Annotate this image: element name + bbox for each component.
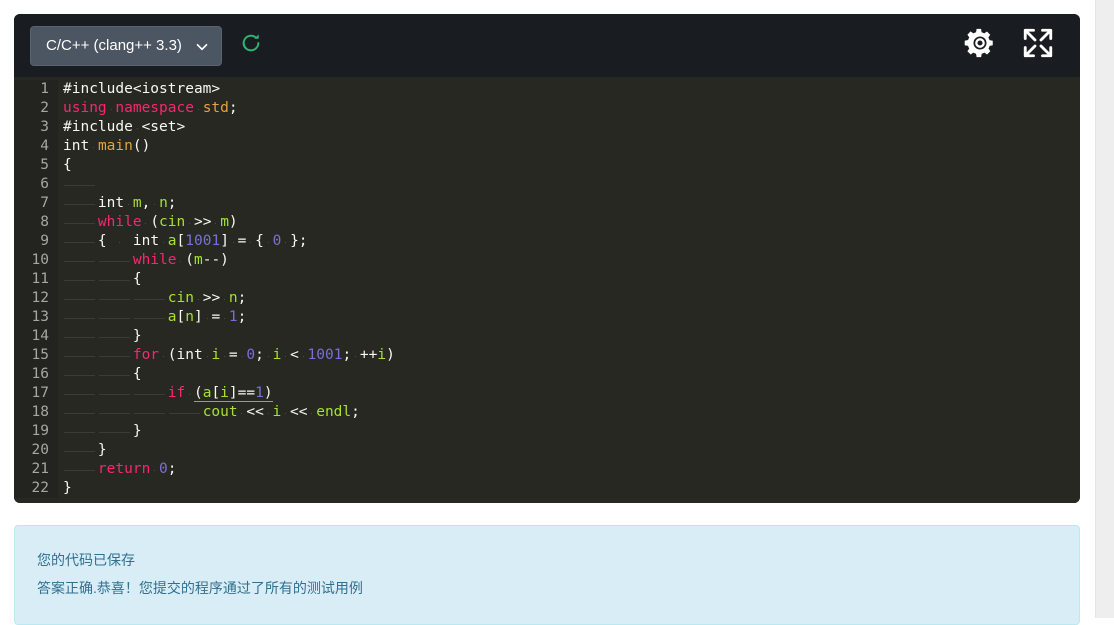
code-line: 1 #include<iostream> <box>14 80 1080 99</box>
code-line: 6 <box>14 175 1080 194</box>
line-number: 1 <box>14 80 58 99</box>
code-line: 13 a[n] = 1; <box>14 308 1080 327</box>
line-number: 14 <box>14 327 58 346</box>
code-line: 15 for (int i = 0; i < 1001; ++i) <box>14 346 1080 365</box>
line-content <box>58 175 98 194</box>
gear-icon <box>963 26 997 65</box>
line-number: 9 <box>14 232 58 251</box>
code-line: 11 { <box>14 270 1080 289</box>
fullscreen-button[interactable] <box>1018 26 1058 66</box>
line-number: 13 <box>14 308 58 327</box>
line-number: 5 <box>14 156 58 175</box>
line-content: #include <set> <box>63 119 186 135</box>
line-number: 17 <box>14 384 58 403</box>
code-editor-panel: C/C++ (clang++ 3.3) 1 #include<iostream>… <box>14 14 1080 503</box>
line-content: } <box>63 480 72 496</box>
code-line: 17 if (a[i]==1) <box>14 384 1080 403</box>
line-number: 2 <box>14 99 58 118</box>
line-content: { <box>58 270 142 289</box>
line-content: #include<iostream> <box>63 81 221 97</box>
code-line: 12 cin >> n; <box>14 289 1080 308</box>
line-number: 18 <box>14 403 58 422</box>
line-content: a[n] = 1; <box>58 308 246 327</box>
settings-button[interactable] <box>960 26 1000 66</box>
alert-saved-message: 您的代码已保存 <box>37 552 135 568</box>
code-text-area[interactable]: 1 #include<iostream> 2 using namespace std;… <box>14 77 1080 503</box>
line-number: 19 <box>14 422 58 441</box>
reset-code-button[interactable] <box>236 31 266 61</box>
line-content: while (m--) <box>58 251 229 270</box>
line-number: 22 <box>14 479 58 498</box>
code-line: 19 } <box>14 422 1080 441</box>
line-number: 15 <box>14 346 58 365</box>
line-content: int m, n; <box>58 194 177 213</box>
code-line: 18 cout << i << endl; <box>14 403 1080 422</box>
toolbar-actions <box>960 26 1080 66</box>
line-number: 4 <box>14 137 58 156</box>
expand-arrows-icon <box>1020 25 1056 66</box>
submission-result-alert: 您的代码已保存 答案正确.恭喜！您提交的程序通过了所有的测试用例 <box>14 525 1080 625</box>
line-number: 8 <box>14 213 58 232</box>
line-content: cin >> n; <box>58 289 246 308</box>
line-content: } <box>58 327 142 346</box>
code-line: 20 } <box>14 441 1080 460</box>
language-select-label: C/C++ (clang++ 3.3) <box>46 37 182 54</box>
line-number: 20 <box>14 441 58 460</box>
code-lines-container: 1 #include<iostream> 2 using namespace std;… <box>14 77 1080 503</box>
line-content: } <box>58 422 142 441</box>
line-number: 10 <box>14 251 58 270</box>
line-content: using namespace std; <box>63 100 238 116</box>
refresh-icon <box>240 32 262 59</box>
code-line: 2 using namespace std; <box>14 99 1080 118</box>
line-content: } <box>58 441 107 460</box>
page-scrollbar[interactable] <box>1095 0 1114 618</box>
line-content: { int a[1001] = { 0 }; <box>58 232 308 251</box>
code-line: 10 while (m--) <box>14 251 1080 270</box>
code-line: 8 while (cin >> m) <box>14 213 1080 232</box>
code-line: 21 return 0; <box>14 460 1080 479</box>
line-content: return 0; <box>58 460 177 479</box>
line-number: 3 <box>14 118 58 137</box>
editor-toolbar: C/C++ (clang++ 3.3) <box>14 14 1080 77</box>
line-content: for (int i = 0; i < 1001; ++i) <box>58 346 395 365</box>
line-number: 6 <box>14 175 58 194</box>
chevron-down-icon <box>196 40 208 52</box>
line-number: 11 <box>14 270 58 289</box>
line-number: 12 <box>14 289 58 308</box>
line-number: 16 <box>14 365 58 384</box>
code-line: 5{ <box>14 156 1080 175</box>
code-line: 16 { <box>14 365 1080 384</box>
code-line: 9 { int a[1001] = { 0 }; <box>14 232 1080 251</box>
line-content: while (cin >> m) <box>58 213 238 232</box>
code-line: 7 int m, n; <box>14 194 1080 213</box>
line-content: int main() <box>63 138 151 154</box>
line-content: if (a[i]==1) <box>58 384 273 403</box>
line-content: { <box>63 157 72 173</box>
line-content: { <box>58 365 142 384</box>
code-line: 4 int main() <box>14 137 1080 156</box>
language-select[interactable]: C/C++ (clang++ 3.3) <box>30 25 222 66</box>
code-line: 3 #include <set> <box>14 118 1080 137</box>
line-number: 7 <box>14 194 58 213</box>
alert-verdict-message: 答案正确.恭喜！您提交的程序通过了所有的测试用例 <box>37 580 363 596</box>
line-content: cout << i << endl; <box>58 403 360 422</box>
code-line: 22} <box>14 479 1080 498</box>
code-line: 14 } <box>14 327 1080 346</box>
line-number: 21 <box>14 460 58 479</box>
